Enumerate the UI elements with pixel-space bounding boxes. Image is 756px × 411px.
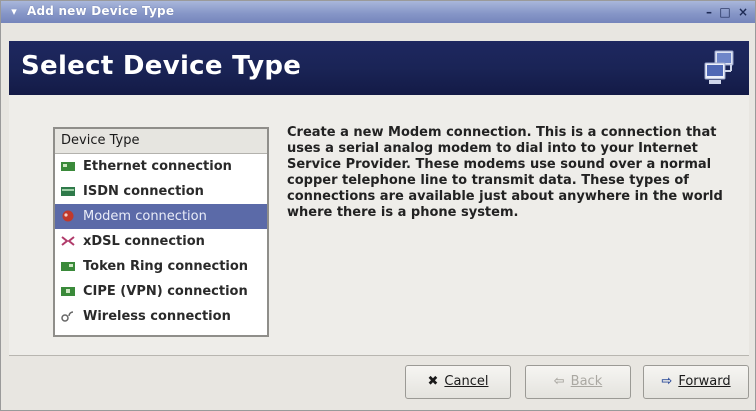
list-item-ethernet[interactable]: Ethernet connection (55, 154, 267, 179)
minimize-icon[interactable]: – (701, 4, 717, 20)
device-description: Create a new Modem connection. This is a… (287, 125, 723, 220)
forward-button[interactable]: ⇨ Forward (643, 365, 749, 399)
wireless-icon (61, 311, 74, 322)
list-item-label: Wireless connection (83, 309, 231, 324)
device-type-list[interactable]: Device Type Ethernet connection ISDN con… (53, 127, 269, 337)
list-item-token-ring[interactable]: Token Ring connection (55, 254, 267, 279)
list-item-label: Modem connection (83, 209, 207, 224)
back-arrow-icon: ⇦ (553, 374, 565, 389)
modem-icon (62, 210, 74, 222)
network-computer-icon (704, 50, 734, 84)
back-button[interactable]: ⇦ Back (525, 365, 631, 399)
cancel-icon: ✖ (427, 374, 439, 389)
title-bar[interactable]: ▾ Add new Device Type – □ × (1, 1, 755, 23)
list-item-label: Token Ring connection (83, 259, 249, 274)
maximize-icon[interactable]: □ (717, 4, 733, 20)
close-icon[interactable]: × (735, 4, 751, 20)
content-panel: Device Type Ethernet connection ISDN con… (9, 95, 749, 356)
forward-button-label: Forward (678, 374, 731, 389)
ethernet-card-icon (61, 162, 75, 171)
list-item-wireless[interactable]: Wireless connection (55, 304, 267, 329)
cancel-button-label: Cancel (444, 374, 489, 389)
list-item-cipe-vpn[interactable]: CIPE (VPN) connection (55, 279, 267, 304)
back-button-label: Back (570, 374, 603, 389)
list-item-label: CIPE (VPN) connection (83, 284, 248, 299)
list-item-isdn[interactable]: ISDN connection (55, 179, 267, 204)
vpn-icon (61, 287, 75, 296)
list-item-modem[interactable]: Modem connection (55, 204, 267, 229)
page-title: Select Device Type (21, 51, 302, 81)
window-menu-icon[interactable]: ▾ (7, 5, 21, 19)
xdsl-icon (61, 236, 75, 246)
list-item-label: Ethernet connection (83, 159, 232, 174)
list-item-label: xDSL connection (83, 234, 205, 249)
window-title: Add new Device Type (27, 4, 175, 18)
isdn-card-icon (61, 187, 75, 196)
forward-arrow-icon: ⇨ (661, 374, 673, 389)
device-type-column-header[interactable]: Device Type (55, 129, 267, 154)
list-item-label: ISDN connection (83, 184, 204, 199)
token-ring-icon (61, 262, 75, 271)
add-device-type-window: ▾ Add new Device Type – □ × Select Devic… (0, 0, 756, 411)
list-item-xdsl[interactable]: xDSL connection (55, 229, 267, 254)
cancel-button[interactable]: ✖ Cancel (405, 365, 511, 399)
page-header: Select Device Type (9, 41, 749, 95)
